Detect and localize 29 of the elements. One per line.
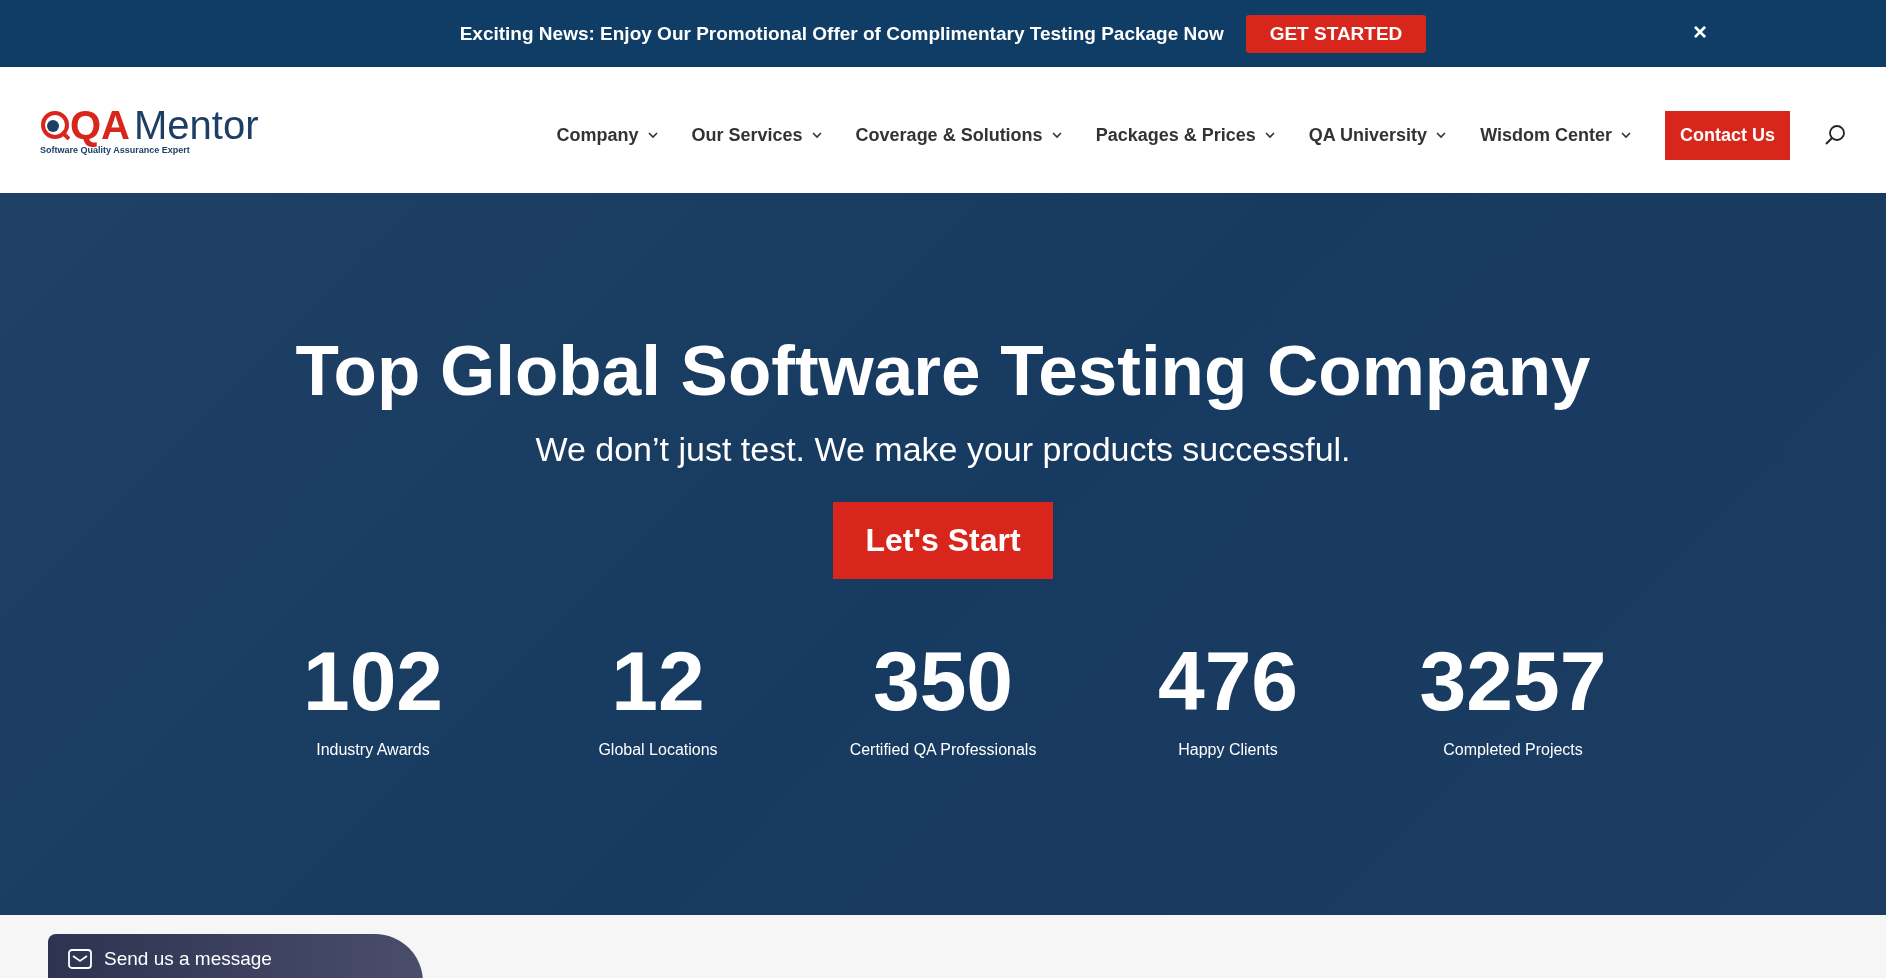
stat-label: Industry Awards: [316, 741, 430, 759]
nav-link[interactable]: Our Services: [691, 124, 822, 146]
mail-icon: [68, 949, 92, 969]
promo-text: Exciting News: Enjoy Our Promotional Offer of Complimentary Testing Package Now: [459, 22, 1224, 45]
logo-text[interactable]: Mentor: [134, 105, 259, 145]
nav-link[interactable]: Coverage & Solutions: [855, 124, 1062, 146]
hero-subtitle: We don’t just test. We make your products successful.: [535, 432, 1351, 466]
start-button[interactable]: Let's Start: [833, 502, 1053, 579]
nav-link[interactable]: Wisdom Center: [1480, 124, 1631, 146]
stat-value: 350: [872, 639, 1014, 723]
stat-label: Certified QA Professionals: [849, 741, 1037, 759]
search-icon[interactable]: [1824, 124, 1846, 146]
stat-value: 102: [302, 639, 444, 723]
get-started-button[interactable]: GET STARTED: [1245, 14, 1427, 53]
chat-label: Send us a message: [104, 948, 272, 970]
stat-label: Happy Clients: [1178, 741, 1278, 759]
contact-button[interactable]: Contact Us: [1665, 110, 1790, 160]
nav-link[interactable]: Packages & Prices: [1095, 124, 1275, 146]
stat-label: Completed Projects: [1443, 741, 1583, 759]
logo-tagline: Software Quality Assurance Expert: [40, 145, 191, 155]
chat-widget[interactable]: Send us a message: [48, 934, 423, 978]
nav-link[interactable]: QA University: [1308, 124, 1447, 146]
stat-value: 3257: [1419, 639, 1607, 723]
nav-link[interactable]: Company: [556, 124, 658, 146]
stat-value: 12: [611, 639, 705, 723]
stat-label: Global Locations: [598, 741, 718, 759]
logo-text[interactable]: QA: [70, 105, 130, 145]
close-button[interactable]: ×: [1689, 18, 1711, 46]
stat-value: 476: [1157, 639, 1299, 723]
